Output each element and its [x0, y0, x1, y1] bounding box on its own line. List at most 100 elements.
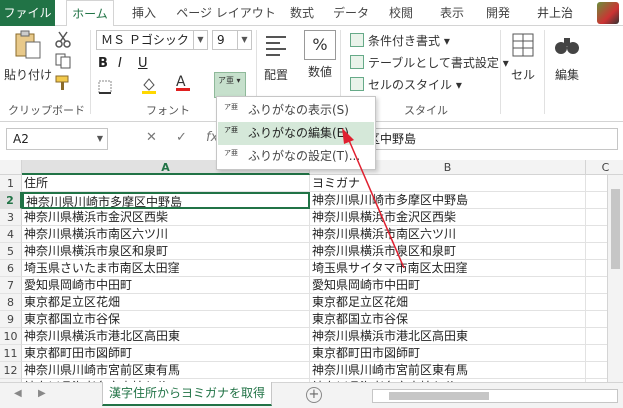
paste-button[interactable]: 貼り付け	[4, 30, 52, 83]
cell-b[interactable]: 神奈川県横浜市港北区高田東	[310, 328, 586, 345]
number-format-button[interactable]: % 数値	[304, 30, 336, 80]
cell-a[interactable]: 神奈川県横浜市金沢区西柴	[22, 209, 310, 226]
cell-b[interactable]: 神奈川県横浜市金沢区西柴	[310, 209, 586, 226]
row-header[interactable]: 11	[0, 345, 22, 362]
row-header[interactable]: 6	[0, 260, 22, 277]
underline-button[interactable]: U	[138, 56, 148, 71]
binoculars-icon	[555, 38, 579, 54]
cell-a[interactable]: 神奈川県横浜市南区六ツ川	[22, 226, 310, 243]
column-header-c[interactable]: C	[586, 160, 623, 175]
prev-sheet-icon[interactable]: ◀	[14, 388, 22, 399]
row-header[interactable]: 10	[0, 328, 22, 345]
tab-formulas[interactable]: 数式	[280, 0, 324, 26]
format-painter-icon[interactable]	[54, 74, 72, 92]
row-header[interactable]: 3	[0, 209, 22, 226]
cell-b[interactable]: ヨミガナ	[310, 175, 586, 192]
cell-a[interactable]: 愛知県岡崎市中田町	[22, 277, 310, 294]
spreadsheet-grid: A B C 1 住所 ヨミガナ 2 神奈川県川崎市多摩区中野島 神奈川県川崎市多摩区中野島…	[0, 160, 623, 382]
phonetic-show-icon: ア亜	[224, 103, 238, 111]
row-header[interactable]: 12	[0, 362, 22, 379]
bold-button[interactable]: B	[98, 56, 108, 71]
tab-data[interactable]: データ	[326, 0, 376, 26]
cell-a[interactable]: 神奈川県横浜市港北区高田東	[22, 328, 310, 345]
tab-file[interactable]: ファイル	[0, 0, 55, 26]
cell-b[interactable]: 神奈川県川崎市多摩区中野島	[310, 192, 586, 209]
row-header[interactable]: 7	[0, 277, 22, 294]
select-all-corner[interactable]	[0, 160, 22, 175]
menu-item-phonetic-settings[interactable]: ア亜 ふりがなの設定(T)...	[218, 145, 374, 168]
cell-b[interactable]: 愛知県岡崎市中田町	[310, 277, 586, 294]
font-color-button[interactable]: A	[176, 74, 190, 91]
row-header[interactable]: 1	[0, 175, 22, 192]
border-icon[interactable]	[96, 78, 114, 96]
conditional-format-button[interactable]: 条件付き書式 ▾	[350, 32, 450, 49]
cell-b[interactable]: 神奈川県川崎市宮前区東有馬	[310, 362, 586, 379]
tab-developer[interactable]: 開発	[478, 0, 518, 26]
add-sheet-button[interactable]: +	[306, 387, 322, 403]
conditional-format-icon	[350, 33, 364, 47]
sheet-tab-active[interactable]: 漢字住所からヨミガナを取得	[102, 382, 272, 406]
cell-b[interactable]: 東京都足立区花畑	[310, 294, 586, 311]
cells-icon	[512, 33, 534, 57]
cell-b[interactable]: 東京都町田市図師町	[310, 345, 586, 362]
font-size-select[interactable]: 9 ▼	[212, 30, 252, 50]
divider	[500, 30, 501, 114]
phonetic-guide-menu: ア亜 ふりがなの表示(S) ア亜 ふりがなの編集(E) ア亜 ふりがなの設定(T…	[216, 96, 376, 170]
font-name-select[interactable]: ＭＳ Ｐゴシック ▼	[96, 30, 208, 50]
formula-input[interactable]: 区中野島	[366, 128, 618, 150]
cell-a[interactable]: 住所	[22, 175, 310, 192]
cell-styles-button[interactable]: セルのスタイル ▾	[350, 76, 462, 93]
row-header[interactable]: 4	[0, 226, 22, 243]
cell-b[interactable]: 埼玉県サイタマ市南区太田窪	[310, 260, 586, 277]
editing-label: 編集	[554, 68, 579, 82]
font-color-label: A	[176, 74, 186, 90]
copy-icon[interactable]	[54, 52, 72, 70]
tab-insert[interactable]: 挿入	[122, 0, 166, 26]
phonetic-guide-button[interactable]: ア亜 ▾	[214, 72, 246, 98]
editing-button[interactable]: 編集	[550, 30, 584, 83]
name-box[interactable]: A2 ▼	[6, 128, 108, 150]
cells-label: セル	[510, 68, 535, 82]
scroll-thumb[interactable]	[389, 392, 489, 400]
chevron-down-icon: ▼	[237, 31, 251, 49]
avatar[interactable]	[597, 2, 619, 24]
cell-b[interactable]: 神奈川県横浜市南区六ツ川	[310, 226, 586, 243]
tab-home[interactable]: ホーム	[66, 0, 114, 27]
active-cell[interactable]: 神奈川県川崎市多摩区中野島	[22, 192, 310, 209]
cell-a[interactable]: 東京都町田市図師町	[22, 345, 310, 362]
fill-color-icon[interactable]	[140, 76, 158, 94]
italic-button[interactable]: I	[118, 56, 122, 71]
cell-a[interactable]: 東京都足立区花畑	[22, 294, 310, 311]
cell-b[interactable]: 東京都国立市谷保	[310, 311, 586, 328]
menu-item-show-phonetic[interactable]: ア亜 ふりがなの表示(S)	[218, 99, 374, 122]
clipboard-group-label: クリップボード	[8, 104, 85, 117]
tab-review[interactable]: 校閲	[380, 0, 422, 26]
chevron-down-icon: ▼	[96, 134, 103, 143]
tab-view[interactable]: 表示	[432, 0, 472, 26]
scroll-thumb[interactable]	[611, 189, 620, 269]
tab-page-layout[interactable]: ページ レイアウト	[172, 0, 280, 26]
cancel-icon[interactable]: ✕	[146, 130, 157, 145]
cut-icon[interactable]	[54, 30, 72, 48]
next-sheet-icon[interactable]: ▶	[38, 388, 46, 399]
ribbon-tab-bar: ファイル ホーム 挿入 ページ レイアウト 数式 データ 校閲 表示 開発 井上…	[0, 0, 623, 27]
horizontal-scrollbar[interactable]	[372, 389, 618, 403]
cell-b[interactable]: 神奈川県横浜市泉区和泉町	[310, 243, 586, 260]
row-header[interactable]: 9	[0, 311, 22, 328]
alignment-button[interactable]: 配置	[260, 30, 292, 83]
menu-item-settings-label: ふりがなの設定(T)...	[248, 149, 361, 163]
cell-a[interactable]: 東京都国立市谷保	[22, 311, 310, 328]
user-name[interactable]: 井上治	[530, 0, 580, 26]
cell-a[interactable]: 神奈川県川崎市宮前区東有馬	[22, 362, 310, 379]
font-name-value: ＭＳ Ｐゴシック	[101, 33, 189, 47]
cell-a[interactable]: 神奈川県横浜市泉区和泉町	[22, 243, 310, 260]
vertical-scrollbar[interactable]	[607, 175, 623, 382]
row-header[interactable]: 2	[0, 192, 22, 209]
row-header[interactable]: 5	[0, 243, 22, 260]
format-as-table-button[interactable]: テーブルとして書式設定 ▾	[350, 54, 509, 71]
enter-icon[interactable]: ✓	[176, 130, 187, 145]
cell-a[interactable]: 埼玉県さいたま市南区太田窪	[22, 260, 310, 277]
cells-button[interactable]: セル	[506, 30, 540, 83]
row-header[interactable]: 8	[0, 294, 22, 311]
menu-item-edit-phonetic[interactable]: ア亜 ふりがなの編集(E)	[218, 122, 374, 145]
